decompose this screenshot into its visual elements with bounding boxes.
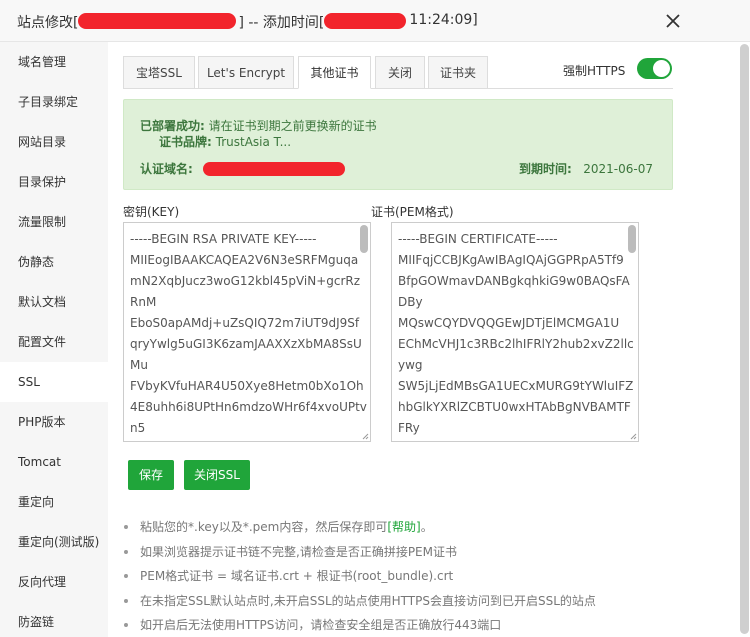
toggle-knob (653, 60, 670, 77)
sidebar-item-site-dir[interactable]: 网站目录 (0, 122, 108, 162)
tip-item: 粘贴您的*.key以及*.pem内容，然后保存即可[帮助]。 (124, 517, 596, 542)
deployed-text: 请在证书到期之前更换新的证书 (208, 119, 377, 133)
cert-label: 证书(PEM格式) (371, 205, 454, 219)
key-scrollbar[interactable] (360, 225, 368, 253)
dialog-title: 站点修改[] -- 添加时间[11:24:09] (17, 12, 478, 31)
sidebar-item-dir-protect[interactable]: 目录保护 (0, 162, 108, 202)
tip-item: 如果浏览器提示证书链不完整,请检查是否正确拼接PEM证书 (124, 542, 596, 567)
redacted-domain (202, 162, 345, 176)
expiry-value: 2021-06-07 (583, 162, 654, 176)
help-tips: 粘贴您的*.key以及*.pem内容，然后保存即可[帮助]。 如果浏览器提示证书… (124, 517, 596, 637)
tab-other-cert[interactable]: 其他证书 (298, 56, 371, 89)
close-icon[interactable] (664, 12, 682, 30)
force-https-label: 强制HTTPS (563, 64, 626, 78)
sidebar-item-php-version[interactable]: PHP版本 (0, 402, 108, 442)
sidebar-item-hotlink[interactable]: 防盗链 (0, 602, 108, 637)
tip-item: 在未指定SSL默认站点时,未开启SSL的站点使用HTTPS会直接访问到已开启SS… (124, 591, 596, 616)
tab-cert-folder[interactable]: 证书夹 (428, 56, 488, 89)
help-link[interactable]: [帮助] (387, 520, 420, 534)
tab-close[interactable]: 关闭 (375, 56, 425, 89)
sidebar-item-redirect-beta[interactable]: 重定向(测试版) (0, 522, 108, 562)
key-content: -----BEGIN RSA PRIVATE KEY----- MIIEogIBA… (130, 232, 367, 435)
sidebar-item-domain[interactable]: 域名管理 (0, 42, 108, 82)
resize-grip-icon[interactable] (630, 433, 637, 440)
expiry-label: 到期时间: (519, 162, 572, 176)
sidebar-item-tomcat[interactable]: Tomcat (0, 442, 108, 482)
sidebar-item-rewrite[interactable]: 伪静态 (0, 242, 108, 282)
sidebar-item-redirect[interactable]: 重定向 (0, 482, 108, 522)
key-label: 密钥(KEY) (123, 205, 180, 219)
tab-bt-ssl[interactable]: 宝塔SSL (123, 56, 195, 89)
brand-label: 证书品牌: (159, 135, 212, 149)
sidebar-item-config[interactable]: 配置文件 (0, 322, 108, 362)
dialog-titlebar: 站点修改[] -- 添加时间[11:24:09] (0, 0, 750, 42)
sidebar-item-reverse-proxy[interactable]: 反向代理 (0, 562, 108, 602)
close-ssl-button[interactable]: 关闭SSL (184, 460, 250, 490)
cert-content: -----BEGIN CERTIFICATE----- MIIFqjCCBJKgA… (398, 232, 634, 435)
resize-grip-icon[interactable] (362, 433, 369, 440)
cert-status-box: 已部署成功: 请在证书到期之前更换新的证书 证书品牌: TrustAsia T.… (123, 99, 673, 190)
page-scrollbar-thumb[interactable] (740, 44, 749, 634)
redacted-date (324, 13, 407, 29)
tip-item: 如开启后无法使用HTTPS访问，请检查安全组是否正确放行443端口 (124, 615, 596, 637)
force-https-toggle[interactable] (637, 58, 672, 79)
sidebar-item-traffic-limit[interactable]: 流量限制 (0, 202, 108, 242)
cert-scrollbar[interactable] (628, 225, 636, 253)
domain-label: 认证域名: (140, 162, 193, 176)
deployed-label: 已部署成功: (140, 119, 205, 133)
key-textarea[interactable]: -----BEGIN RSA PRIVATE KEY----- MIIEogIBA… (123, 222, 371, 442)
brand-value: TrustAsia T... (215, 135, 292, 149)
tab-lets-encrypt[interactable]: Let's Encrypt (198, 56, 294, 89)
sidebar-item-ssl[interactable]: SSL (0, 362, 108, 402)
sidebar-item-default-doc[interactable]: 默认文档 (0, 282, 108, 322)
sidebar-item-subdir[interactable]: 子目录绑定 (0, 82, 108, 122)
save-button[interactable]: 保存 (128, 460, 174, 490)
sidebar-nav: 域名管理 子目录绑定 网站目录 目录保护 流量限制 伪静态 默认文档 配置文件 … (0, 42, 108, 637)
cert-textarea[interactable]: -----BEGIN CERTIFICATE----- MIIFqjCCBJKgA… (391, 222, 639, 442)
tip-item: PEM格式证书 = 域名证书.crt + 根证书(root_bundle).cr… (124, 566, 596, 591)
redacted-site-name (78, 13, 237, 29)
